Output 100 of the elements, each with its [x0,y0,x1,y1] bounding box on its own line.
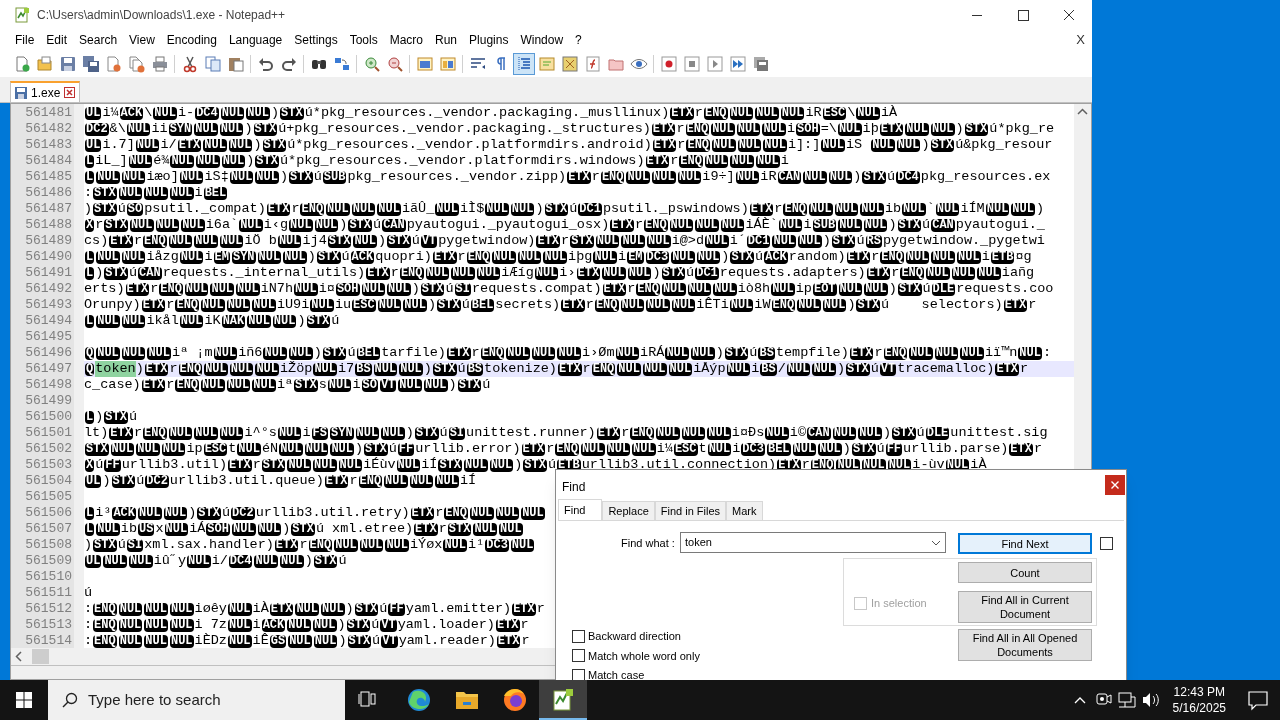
dialog-tab[interactable]: Find [558,499,603,521]
code-line: UL)STX ú DC2 urllib3.util.queue)ETX r ENQ NUL NUL NUL iÍ [84,473,477,489]
code-line: DC2&\NUL ii SYN NUL NUL)STX ú+pkg_resources._vendor.packaging._structures)ETX r ENQ NUL NUL NUL iSOH=\NUL iþ ETX NUL NUL)STX ú*pkg_re [84,121,1055,137]
menu-item[interactable]: ? [569,31,588,49]
line-number: 561497 [24,361,73,377]
indent-guide-icon[interactable] [512,52,535,75]
search-field[interactable]: Type here to search [48,680,345,720]
code-line: L)STX ú [84,409,138,425]
find-what-field[interactable]: token [680,532,946,553]
code-line: UL i.7]NUL i/ETX NUL NUL)STX ú*pkg_resources._vendor.platformdirs.android)ETX r ENQ NUL NUL NUL i]:]NUL iS NUL NUL)STX ú&pkg_resour [84,137,1053,153]
code-line: L iL_]NUL é¾NUL NUL NUL)STX ú*pkg_resources._vendor.platformdirs.windows)ETX r ENQ NUL NUL NUL i [84,153,789,169]
code-line: L NUL ibUS x NUL iÁSOH NUL NUL)STX ú xml.etree)ETX r STX NUL NUL [84,521,524,537]
code-line: L)STX ú CAN requests._internal_utils)ETX r ENQ NUL NUL NUL iÆíg NUL i›ETX NUL NUL)STX ú DC1 requests.adapters)ETX r ENQ NUL NUL NUL iañg [84,265,1035,281]
checkbox[interactable] [572,629,585,643]
search-icon [62,692,78,708]
line-number: 561483 [24,137,73,153]
dialog-button[interactable]: Find All in All Opened Documents [958,629,1092,661]
window-title: C:\Users\admin\Downloads\1.exe - Notepad++ [37,7,286,24]
close-icon[interactable] [64,87,76,98]
line-number: 561496 [24,345,73,361]
menu-item[interactable]: Settings [288,31,344,49]
menu-item[interactable]: View [123,31,161,49]
code-line: STX NUL NUL NUL ip ESC t NUL éN NUL NUL NUL)STX ú FF urllib.error)ETX r ENQ NUL NUL NUL i¼ESC t NUL i DC3 BEL NUL NUL)STXú FF urllib.parse)ETX r [84,441,1043,457]
line-number: 561508 [24,537,73,553]
dialog-title: Find [562,479,586,496]
menu-item[interactable]: Edit [40,31,74,49]
line-number: 561499 [24,393,73,409]
menu-item[interactable]: Language [222,31,289,49]
menu-item[interactable]: Encoding [160,31,223,49]
line-number: 561482 [24,121,73,137]
line-number: 561510 [24,569,73,585]
line-number: 561501 [24,425,73,441]
line-number: 561493 [24,297,73,313]
code-line: )STX ú SI xml.sax.handler)ETX r ENQ NUL NUL NUL iÝøx NUL i¹ DC3 NUL [84,537,536,553]
checkbox[interactable] [572,649,585,663]
line-number: 561511 [24,585,73,601]
line-number: 561507 [24,521,73,537]
code-line: :ENQ NUL NUL NUL iÈDz NUL iÊ GS NUL NUL)STX ú VTyaml.reader)ETX r [84,633,530,648]
code-line: X r STX NUL NUL NUL i6a`NUL i‹g NUL NUL)STX ú CAN pyautogui._pyautogui_osx)ETX r ENQ NUL NUL NUL iÁÈ`NUL i SUB NUL NUL)STX ú CAN pyautogui._ [84,217,1045,233]
dialog-button[interactable]: Find Next [958,533,1092,554]
scroll-thumb[interactable] [32,649,49,664]
code-line: UL NUL NUL iû˝yNUL i/DC4 NUL NUL)STXú [84,553,347,569]
checkbox[interactable] [1100,537,1113,550]
close-icon [1111,481,1119,489]
code-line: UL i¼ACK\NUL i-DC4 NUL NUL)STX ú*pkg_resources._vendor.packaging._musllinux)ETX r ENQ NUL NUL NUL iR ESC\NUL iÀ [84,105,898,121]
dialog-button[interactable]: Count [958,562,1092,583]
line-number: 561509 [24,553,73,569]
menu-item[interactable]: Run [429,31,464,49]
save-icon [15,86,27,99]
menu-item[interactable]: File [9,31,41,49]
line-number: 561485 [24,169,73,185]
code-line: erts)ETX r ENQ NUL NUL NUL iN7h NUL i¤SOH NUL NUL)STXú SI requests.compat)ETX r ENQ NUL NUL NUL iò8h NUL ip EOT NUL NUL)STXú DLE requests.coo [84,281,1054,297]
code-line: :ENQ NUL NUL NUL iøêyNUL iÀETX NUL NUL)STX ú FF yaml.emitter)ETX r [84,601,545,617]
line-number: 561486 [24,185,73,201]
line-number: 561505 [24,489,73,505]
line-number: 561502 [24,441,73,457]
clock[interactable]: 12:43 PM 5/16/2025 [1162,684,1236,716]
menu-item[interactable]: Search [73,31,124,49]
line-number: 561498 [24,377,73,393]
menu-item[interactable]: Plugins [463,31,515,49]
field-label: Find what : [621,536,675,551]
line-number: 561492 [24,281,73,297]
code-line: L NUL NUL iæo]NUL iS‡NUL NUL)STX ú SUB pkg_resources._vendor.zipp)ETX r ENQ NUL NUL NUL i9÷]NUL iR CAN NUL NUL)STX ú DC4 pkg_resources.ex [84,169,1051,185]
file-tab[interactable]: 1.exe [10,81,81,102]
code-line: ú [84,585,93,601]
dialog-tab[interactable]: Replace [602,501,655,521]
checkbox-label: Match whole word only [588,648,700,664]
menu-item[interactable]: Tools [343,31,384,49]
line-number: 561506 [24,505,73,521]
code-line: Q NUL NUL NUL iª ¡m NUL iñ6 NUL NUL)STXú BEL tarfile)ETX r ENQ NUL NUL NUL i›Øm NUL iRÁ NUL NUL)STXú BS tempfile)ETX r ENQ NUL NUL NUL iï™n NUL: [84,345,1052,361]
checkbox-label: In selection [871,596,927,611]
line-number: 561491 [24,265,73,281]
line-number: 561490 [24,249,73,265]
app-icon [14,7,30,23]
line-number: 561494 [24,313,73,329]
dialog-button[interactable]: Find All in Current Document [958,591,1092,623]
dialog-tab[interactable]: Mark [726,501,763,521]
line-number: 561495 [24,329,73,345]
line-number: 561514 [24,633,73,649]
close-document-button[interactable]: X [1076,30,1085,50]
line-number: 561487 [24,201,73,217]
line-number: 561512 [24,601,73,617]
menu-item[interactable]: Macro [383,31,429,49]
line-number: 561500 [24,409,73,425]
code-line: )STX ú SO psutil._compat)ETX r ENQ NUL NUL NUL iãÛ_NUL iÌ$NUL NUL)STX ú DC1 psutil._pswindows)ETX r ENQ NUL NUL NUL ibNUL`NUL iÍM NUL NUL) [84,201,1045,217]
code-line: L NUL NUL ikål NUL iKNAK NUL NUL)STX ú [84,313,340,329]
code-line: lt)ETX r ENQ NUL NUL NUL i^°s NUL i FS SYN NUL NUL)STXú SI unittest.runner)ETX r ENQ NUL NUL NULi¤Ðs NULi©CAN NUL NUL)STXú DLE unittest.sig [84,425,1048,441]
notepad-icon[interactable] [539,680,587,720]
code-line: L NUL NUL iåzg NUL i EM SYN NUL NUL)STXúACK quopri)ETX r ENQ NUL NUL NUL iþg NUL i EM DC3 NUL NUL)STX ú ACK random)ETX r ENQ NUL NUL NUL iETB¤g [84,249,1032,265]
code-line: cs)ETX r ENQ NUL NUL NUL iÖ b NUL ij4STX NUL)STX ú VT pygetwindow)ETX r STX NUL NUL NUL i@>d NUL i´DC1 NUL NUL)STXú RS pygetwindow._pygetwi [84,233,1045,249]
line-number: 561484 [24,153,73,169]
close-button[interactable] [1105,475,1125,495]
dialog-tab[interactable]: Find in Files [654,501,727,521]
line-number: 561504 [24,473,73,489]
line-number: 561481 [24,105,73,121]
line-number: 561503 [24,457,73,473]
line-number: 561488 [24,217,73,233]
code-line: :ENQ NUL NUL NUL i 7z NUL i ACK NUL NUL)STX úVTyaml.loader)ETX r [84,617,529,633]
checkbox-label: Backward direction [588,629,681,644]
menu-item[interactable]: Window [514,31,570,49]
